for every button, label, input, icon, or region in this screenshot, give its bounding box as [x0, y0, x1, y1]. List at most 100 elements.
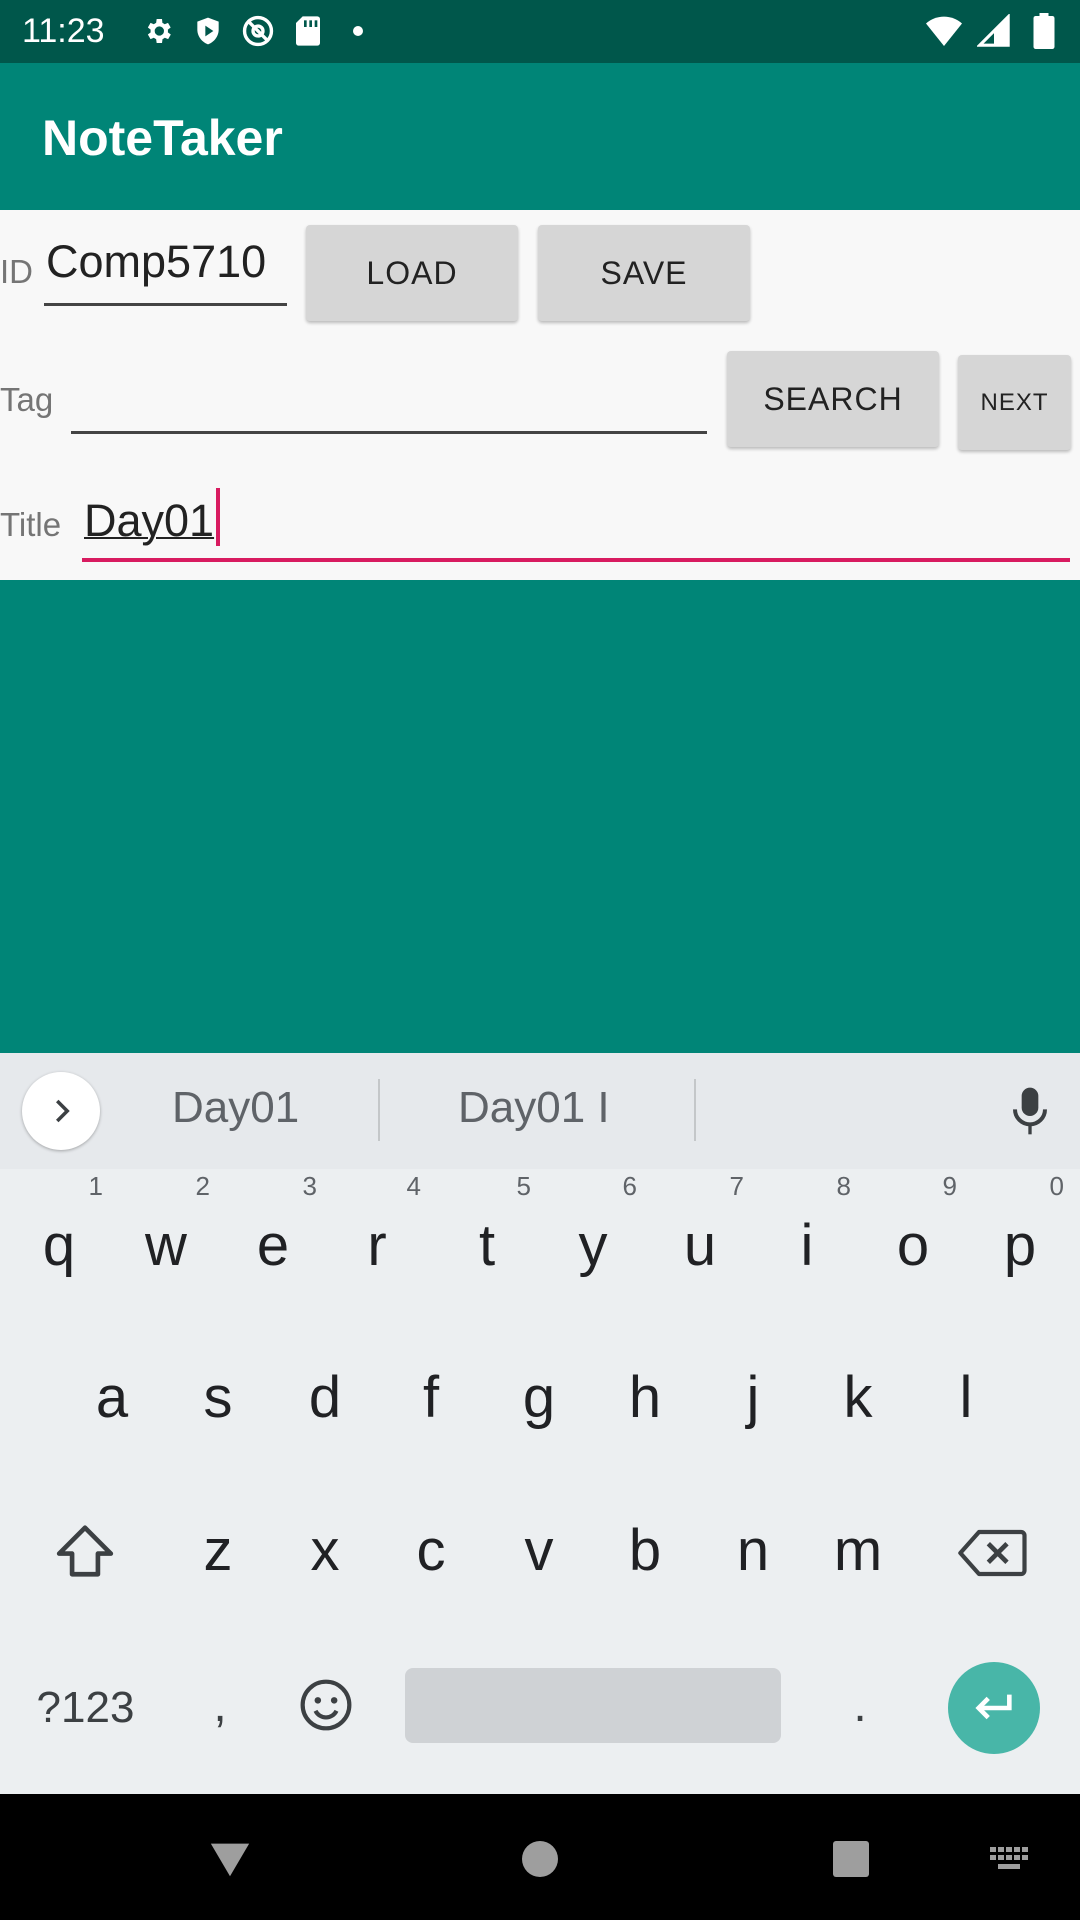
mic-icon[interactable]: [1010, 1085, 1050, 1142]
key-label: t: [478, 1213, 496, 1278]
key-l[interactable]: l: [916, 1363, 1016, 1433]
suggestion-expand-button[interactable]: [22, 1072, 100, 1150]
tag-label: Tag: [0, 381, 54, 418]
key-hint: 7: [729, 1171, 744, 1201]
battery-icon: [1026, 13, 1062, 49]
suggestion-2[interactable]: Day01 I: [458, 1083, 610, 1133]
key-label: y: [578, 1213, 608, 1278]
sd-card-icon: [290, 13, 326, 49]
key-g[interactable]: g: [489, 1363, 589, 1433]
key-r[interactable]: r4: [327, 1173, 427, 1281]
key-d[interactable]: d: [275, 1363, 375, 1433]
key-label: e: [256, 1213, 290, 1278]
key-hint: 2: [195, 1171, 210, 1201]
enter-key[interactable]: [948, 1662, 1040, 1754]
key-label: p: [1003, 1213, 1037, 1278]
suggestion-divider: [378, 1079, 380, 1141]
key-hint: 9: [942, 1171, 957, 1201]
key-p[interactable]: p0: [970, 1173, 1070, 1281]
recents-icon[interactable]: [826, 1834, 876, 1884]
key-label: o: [896, 1213, 930, 1278]
key-label: r: [367, 1213, 387, 1278]
key-b[interactable]: b: [595, 1516, 695, 1586]
home-icon[interactable]: [515, 1834, 565, 1884]
navigation-bar: [0, 1794, 1080, 1920]
key-label: i: [800, 1213, 814, 1278]
suggestion-strip: Day01 Day01 I: [0, 1053, 1080, 1169]
key-a[interactable]: a: [62, 1363, 162, 1433]
keyboard-switch-icon[interactable]: [985, 1834, 1035, 1884]
key-hint: 8: [836, 1171, 851, 1201]
key-c[interactable]: c: [381, 1516, 481, 1586]
emoji-key[interactable]: [290, 1665, 362, 1745]
shift-key[interactable]: [45, 1511, 125, 1591]
symbols-key[interactable]: ?123: [28, 1673, 143, 1743]
key-o[interactable]: o9: [863, 1173, 963, 1281]
key-z[interactable]: z: [168, 1516, 268, 1586]
suggestion-divider: [694, 1079, 696, 1141]
chevron-right-icon: [56, 1099, 70, 1123]
search-button[interactable]: SEARCH: [727, 351, 939, 447]
key-n[interactable]: n: [703, 1516, 803, 1586]
key-w[interactable]: w2: [116, 1173, 216, 1281]
note-content-area[interactable]: [0, 580, 1080, 1053]
suggestion-1[interactable]: Day01: [172, 1083, 299, 1133]
shift-icon: [56, 1525, 114, 1577]
gear-icon: [140, 13, 176, 49]
next-button[interactable]: NEXT: [958, 355, 1071, 450]
comma-key[interactable]: ,: [190, 1668, 250, 1743]
key-label: q: [42, 1213, 76, 1278]
key-v[interactable]: v: [489, 1516, 589, 1586]
emoji-icon: [300, 1679, 352, 1731]
id-field[interactable]: Comp5710: [44, 236, 287, 306]
at-sign-icon: [240, 13, 276, 49]
note-form: ID Comp5710 LOAD SAVE Tag SEARCH NEXT Ti…: [0, 210, 1080, 580]
period-key[interactable]: .: [830, 1668, 890, 1743]
key-h[interactable]: h: [595, 1363, 695, 1433]
key-s[interactable]: s: [168, 1363, 268, 1433]
key-hint: 5: [516, 1171, 531, 1201]
shield-icon: [190, 13, 226, 49]
key-x[interactable]: x: [275, 1516, 375, 1586]
text-cursor: [216, 488, 221, 546]
key-label: w: [145, 1213, 187, 1278]
soft-keyboard: Day01 Day01 I q1 w2 e3 r4 t5 y6 u7 i8 o9…: [0, 1053, 1080, 1794]
status-notification-icons: [140, 13, 376, 49]
key-label: u: [683, 1213, 717, 1278]
id-label: ID: [0, 253, 33, 290]
key-hint: 4: [406, 1171, 421, 1201]
app-title: NoteTaker: [42, 110, 283, 166]
key-hint: 6: [622, 1171, 637, 1201]
key-q[interactable]: q1: [9, 1173, 109, 1281]
id-field-value: Comp5710: [46, 236, 267, 287]
key-i[interactable]: i8: [757, 1173, 857, 1281]
key-j[interactable]: j: [703, 1363, 803, 1433]
title-label: Title: [0, 506, 62, 543]
backspace-icon: [958, 1529, 1027, 1577]
wifi-icon: [926, 13, 962, 49]
key-u[interactable]: u7: [650, 1173, 750, 1281]
key-hint: 3: [302, 1171, 317, 1201]
key-t[interactable]: t5: [437, 1173, 537, 1281]
title-field-value: Day01: [84, 495, 215, 546]
backspace-key[interactable]: [953, 1513, 1033, 1593]
title-field[interactable]: Day01: [82, 488, 1070, 562]
space-key[interactable]: [405, 1668, 781, 1743]
load-button[interactable]: LOAD: [306, 225, 518, 321]
save-button[interactable]: SAVE: [538, 225, 750, 321]
app-bar: NoteTaker: [0, 63, 1080, 210]
dot-icon: [340, 13, 376, 49]
key-hint: 0: [1049, 1171, 1064, 1201]
signal-icon: [976, 13, 1012, 49]
key-f[interactable]: f: [381, 1363, 481, 1433]
key-m[interactable]: m: [808, 1516, 908, 1586]
key-e[interactable]: e3: [223, 1173, 323, 1281]
key-y[interactable]: y6: [543, 1173, 643, 1281]
back-icon[interactable]: [205, 1834, 255, 1884]
key-hint: 1: [88, 1171, 103, 1201]
status-system-icons: [926, 13, 1062, 49]
key-k[interactable]: k: [808, 1363, 908, 1433]
enter-icon: [975, 1694, 1012, 1720]
status-bar: 11:23: [0, 0, 1080, 63]
tag-field[interactable]: [71, 368, 707, 434]
